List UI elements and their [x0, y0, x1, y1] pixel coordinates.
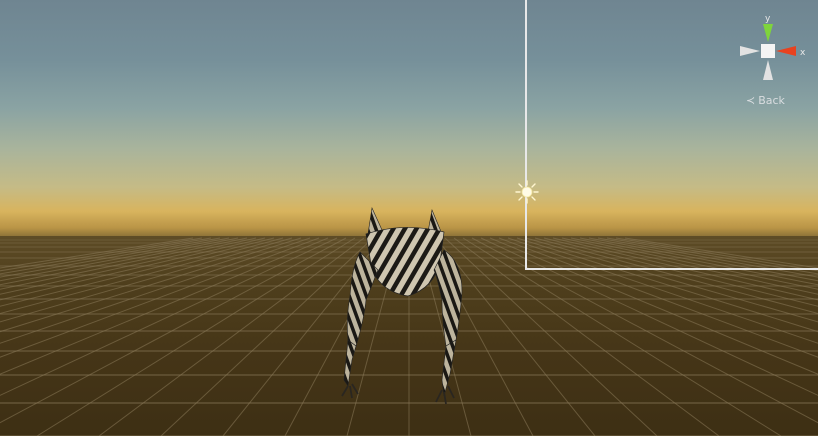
grid-line-depth	[0, 237, 329, 375]
gizmo-neg-y-axis-cone	[763, 60, 773, 80]
back-button-label: Back	[758, 94, 785, 107]
grid-line-depth	[0, 237, 194, 269]
orientation-gizmo[interactable]: y x	[734, 12, 810, 92]
frame-line-horizontal	[525, 268, 818, 270]
zebra-creature-model[interactable]	[338, 200, 472, 405]
grid-line-depth	[0, 237, 293, 323]
frame-line-vertical	[525, 0, 527, 270]
grid-line-depth	[0, 237, 266, 301]
gizmo-y-label: y	[765, 14, 771, 24]
scene-viewport[interactable]: y x ≺ Back	[0, 0, 818, 436]
sun-icon[interactable]	[515, 180, 539, 204]
gizmo-center-cube	[761, 44, 775, 58]
back-button[interactable]: ≺ Back	[746, 94, 785, 107]
gizmo-x-axis-cone	[776, 46, 796, 56]
gizmo-neg-x-axis-cone	[740, 46, 760, 56]
gizmo-y-axis-cone	[763, 24, 773, 42]
gizmo-x-label: x	[800, 48, 806, 58]
chevron-left-icon: ≺	[746, 94, 756, 107]
